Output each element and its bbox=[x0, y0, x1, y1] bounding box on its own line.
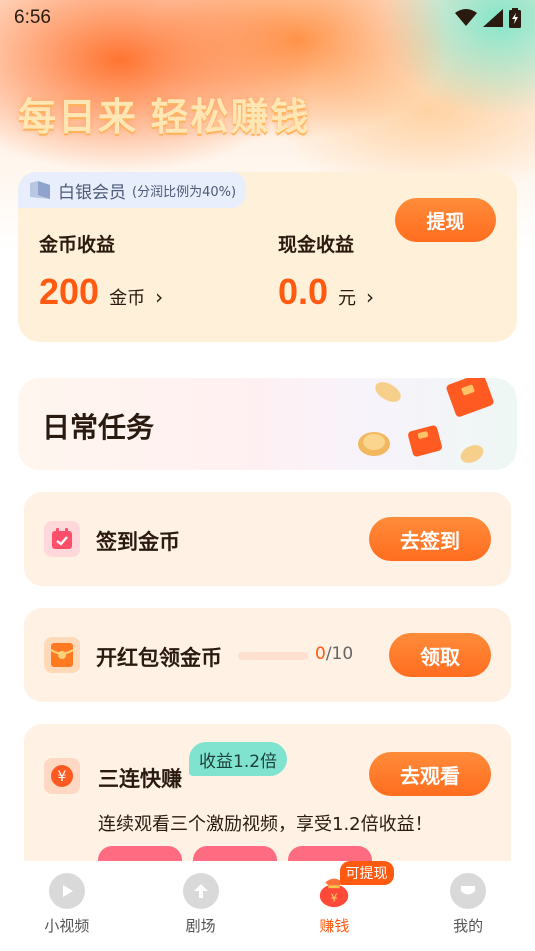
upload-arrow-icon bbox=[182, 873, 219, 909]
nav-label: 小视频 bbox=[44, 917, 90, 935]
checkin-button[interactable]: 去签到 bbox=[369, 517, 491, 561]
nav-item-mine[interactable]: 我的 bbox=[401, 873, 535, 951]
task-red-envelope: 开红包领金币 0/10 领取 bbox=[24, 608, 511, 702]
nav-item-short-video[interactable]: 小视频 bbox=[0, 873, 134, 951]
task-triple-watch: ¥ 三连快赚 收益1.2倍 去观看 连续观看三个激励视频，享受1.2倍收益！ bbox=[24, 724, 511, 884]
cash-earnings-label: 现金收益 bbox=[278, 234, 355, 256]
daily-tasks-title: 日常任务 bbox=[42, 411, 155, 444]
progress-text: 0/10 bbox=[315, 644, 353, 664]
member-ratio: (分润比例为40%) bbox=[132, 184, 237, 200]
status-time: 6:56 bbox=[14, 7, 51, 28]
silver-badge-icon bbox=[30, 181, 50, 199]
yuan-coin-icon: ¥ bbox=[44, 758, 80, 794]
coin-earnings-label: 金币收益 bbox=[39, 234, 116, 256]
nav-item-earn[interactable]: ¥ 可提现 赚钱 bbox=[268, 861, 402, 951]
member-name: 白银会员 bbox=[58, 182, 126, 203]
nav-label: 剧场 bbox=[185, 917, 216, 935]
calendar-icon bbox=[44, 521, 80, 557]
nav-label: 赚钱 bbox=[319, 917, 350, 935]
withdraw-button[interactable]: 提现 bbox=[395, 198, 496, 242]
withdrawable-badge: 可提现 bbox=[339, 861, 394, 885]
task-description: 连续观看三个激励视频，享受1.2倍收益！ bbox=[98, 814, 433, 835]
nav-item-theater[interactable]: 剧场 bbox=[134, 873, 268, 951]
daily-tasks-banner: 日常任务 bbox=[18, 378, 517, 470]
svg-text:¥: ¥ bbox=[331, 892, 338, 904]
play-icon bbox=[48, 873, 85, 909]
task-title: 三连快赚 bbox=[98, 767, 182, 791]
coin-earnings[interactable]: 金币收益 200 金币 › bbox=[39, 230, 163, 313]
cash-earnings[interactable]: 现金收益 0.0 元 › bbox=[278, 230, 374, 313]
status-icons bbox=[455, 8, 521, 28]
claim-button[interactable]: 领取 bbox=[389, 633, 491, 677]
progress-total: /10 bbox=[325, 644, 354, 664]
chevron-right-icon: › bbox=[155, 285, 164, 309]
chevron-right-icon: › bbox=[366, 285, 375, 309]
earnings-card: 白银会员 (分润比例为40%) 提现 金币收益 200 金币 › 现金收益 0.… bbox=[18, 172, 517, 342]
coin-earnings-value: 200 bbox=[39, 271, 100, 312]
watch-button[interactable]: 去观看 bbox=[369, 752, 491, 796]
member-level-tag[interactable]: 白银会员 (分润比例为40%) bbox=[18, 172, 247, 208]
task-title: 开红包领金币 bbox=[96, 646, 222, 670]
bottom-nav: 小视频 剧场 ¥ 可提现 赚钱 我的 bbox=[0, 861, 535, 951]
task-title: 签到金币 bbox=[96, 530, 180, 554]
signal-icon bbox=[483, 9, 503, 27]
progress-current: 0 bbox=[315, 644, 326, 664]
cash-earnings-value: 0.0 bbox=[278, 271, 329, 312]
red-envelope-icon bbox=[44, 637, 80, 673]
page-headline: 每日来 轻松赚钱 bbox=[18, 97, 311, 139]
profile-icon bbox=[450, 873, 487, 909]
coins-envelopes-illustration bbox=[358, 378, 494, 463]
task-checkin: 签到金币 去签到 bbox=[24, 492, 511, 586]
battery-icon bbox=[509, 8, 521, 28]
wifi-icon bbox=[455, 9, 477, 26]
cash-earnings-unit: 元 bbox=[338, 288, 357, 309]
red-envelope-progress bbox=[238, 652, 308, 660]
bonus-badge: 收益1.2倍 bbox=[189, 742, 288, 776]
nav-label: 我的 bbox=[453, 917, 484, 935]
coin-earnings-unit: 金币 bbox=[109, 288, 146, 309]
svg-text:¥: ¥ bbox=[58, 769, 67, 785]
status-bar: 6:56 bbox=[0, 0, 535, 36]
